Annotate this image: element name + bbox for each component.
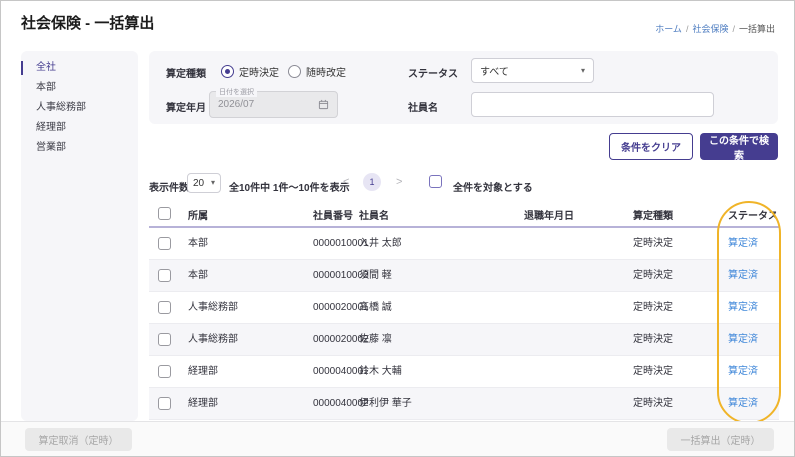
cell-calc-type: 定時決定 bbox=[633, 270, 673, 281]
breadcrumb-separator: / bbox=[685, 24, 689, 34]
table-row: 経理部 0000040001 鈴木 大輔 定時決定 算定済 bbox=[149, 356, 779, 388]
employee-name-input[interactable] bbox=[471, 92, 714, 117]
table-row: 経理部 0000040002 伊利伊 華子 定時決定 算定済 bbox=[149, 388, 779, 420]
sidebar-item-label: 人事総務部 bbox=[36, 102, 86, 113]
calc-month-field[interactable]: 日付を選択 2026/07 bbox=[209, 87, 338, 118]
status-select[interactable]: すべて ▾ bbox=[471, 58, 594, 83]
cell-department: 本部 bbox=[188, 238, 208, 249]
cell-department: 人事総務部 bbox=[188, 334, 238, 345]
breadcrumb: ホーム / 社会保険 / 一括算出 bbox=[655, 22, 775, 35]
table-row: 本部 0000010002 須間 軽 定時決定 算定済 bbox=[149, 260, 779, 292]
header-employee-name: 社員名 bbox=[359, 211, 389, 222]
filter-panel: 算定種類 定時決定 随時改定 ステータス すべて ▾ 算定年月 日付を選択 20… bbox=[149, 51, 778, 124]
radio-occasional-revision[interactable]: 随時改定 bbox=[288, 64, 346, 79]
department-sidebar: 全社 本部 人事総務部 経理部 営業部 bbox=[21, 51, 138, 421]
sidebar-item-headquarters[interactable]: 本部 bbox=[21, 78, 138, 98]
cell-calc-type: 定時決定 bbox=[633, 366, 673, 377]
calc-month-value: 2026/07 bbox=[218, 99, 255, 110]
table-row: 人事総務部 0000020002 佐藤 凛 定時決定 算定済 bbox=[149, 324, 779, 356]
breadcrumb-separator: / bbox=[732, 24, 735, 34]
status-link[interactable]: 算定済 bbox=[728, 356, 758, 387]
radio-selected-icon bbox=[221, 65, 234, 78]
page-title: 社会保険 - 一括算出 bbox=[21, 15, 155, 32]
breadcrumb-current: 一括算出 bbox=[738, 24, 775, 34]
cell-department: 本部 bbox=[188, 270, 208, 281]
pagination-next-icon[interactable]: > bbox=[396, 177, 402, 188]
chevron-down-icon: ▾ bbox=[210, 178, 215, 187]
status-select-value: すべて bbox=[480, 67, 509, 78]
cancel-calculation-button[interactable]: 算定取消（定時） bbox=[25, 428, 132, 451]
row-checkbox[interactable] bbox=[158, 237, 171, 250]
sidebar-item-label: 経理部 bbox=[36, 122, 66, 133]
sidebar-item-hr-general-affairs[interactable]: 人事総務部 bbox=[21, 98, 138, 118]
sidebar-item-label: 全社 bbox=[36, 62, 56, 73]
cell-employee-name: 須間 軽 bbox=[359, 270, 392, 281]
header-department: 所属 bbox=[188, 211, 208, 222]
cell-employee-name: 髙橋 誠 bbox=[359, 302, 392, 313]
calc-type-label: 算定種類 bbox=[166, 69, 206, 80]
sidebar-item-label: 営業部 bbox=[36, 142, 66, 153]
radio-label: 随時改定 bbox=[306, 68, 346, 79]
search-button[interactable]: この条件で検索 bbox=[700, 133, 778, 162]
breadcrumb-link-insurance[interactable]: 社会保険 bbox=[692, 24, 728, 34]
employee-name-label: 社員名 bbox=[408, 103, 438, 114]
table-row: 人事総務部 0000020001 髙橋 誠 定時決定 算定済 bbox=[149, 292, 779, 324]
status-link[interactable]: 算定済 bbox=[728, 260, 758, 291]
radio-unselected-icon bbox=[288, 65, 301, 78]
header-employee-no: 社員番号 bbox=[313, 211, 353, 222]
sidebar-item-all-company[interactable]: 全社 bbox=[21, 58, 138, 78]
cell-employee-name: 伊利伊 華子 bbox=[359, 398, 412, 409]
page-size-label: 表示件数 bbox=[149, 183, 189, 194]
header-calc-type: 算定種類 bbox=[633, 211, 673, 222]
header-select-all-checkbox[interactable] bbox=[158, 207, 171, 220]
breadcrumb-link-home[interactable]: ホーム bbox=[655, 24, 682, 34]
sidebar-item-label: 本部 bbox=[36, 82, 56, 93]
calendar-icon bbox=[318, 99, 329, 110]
clear-conditions-button[interactable]: 条件をクリア bbox=[609, 133, 693, 160]
row-checkbox[interactable] bbox=[158, 333, 171, 346]
table-header: 所属 社員番号 社員名 退職年月日 算定種類 ステータス bbox=[149, 201, 779, 228]
row-checkbox[interactable] bbox=[158, 397, 171, 410]
radio-label: 定時決定 bbox=[239, 68, 279, 79]
row-checkbox[interactable] bbox=[158, 301, 171, 314]
cell-employee-name: 佐藤 凛 bbox=[359, 334, 392, 345]
calc-month-label: 算定年月 bbox=[166, 103, 206, 114]
cell-employee-name: 入井 太郎 bbox=[359, 238, 402, 249]
header-status: ステータス bbox=[728, 211, 778, 222]
status-link[interactable]: 算定済 bbox=[728, 292, 758, 323]
cell-calc-type: 定時決定 bbox=[633, 334, 673, 345]
cell-calc-type: 定時決定 bbox=[633, 238, 673, 249]
page-size-select[interactable]: 20 ▾ bbox=[187, 173, 221, 193]
status-link[interactable]: 算定済 bbox=[728, 324, 758, 355]
select-all-records-label: 全件を対象とする bbox=[453, 183, 533, 194]
select-all-records-checkbox[interactable] bbox=[429, 175, 442, 188]
cell-department: 経理部 bbox=[188, 366, 218, 377]
app-window: 社会保険 - 一括算出 ホーム / 社会保険 / 一括算出 全社 本部 人事総務部 経理… bbox=[0, 0, 795, 457]
footer-action-bar: 算定取消（定時） 一括算出（定時） bbox=[1, 421, 794, 456]
calc-month-placeholder: 日付を選択 bbox=[216, 87, 257, 97]
cell-department: 経理部 bbox=[188, 398, 218, 409]
page-size-value: 20 bbox=[193, 177, 205, 189]
result-range-text: 全10件中 1件〜10件を表示 bbox=[229, 183, 350, 194]
table-row: 本部 0000010001 入井 太郎 定時決定 算定済 bbox=[149, 228, 779, 260]
row-checkbox[interactable] bbox=[158, 365, 171, 378]
status-filter-label: ステータス bbox=[408, 69, 458, 80]
cell-employee-name: 鈴木 大輔 bbox=[359, 366, 402, 377]
row-checkbox[interactable] bbox=[158, 269, 171, 282]
pagination-page-1[interactable]: 1 bbox=[363, 173, 381, 191]
status-link[interactable]: 算定済 bbox=[728, 388, 758, 419]
header-retirement-date: 退職年月日 bbox=[524, 211, 574, 222]
batch-calculate-button[interactable]: 一括算出（定時） bbox=[667, 428, 774, 451]
chevron-down-icon: ▾ bbox=[580, 65, 585, 75]
radio-scheduled-decision[interactable]: 定時決定 bbox=[221, 64, 279, 79]
cell-department: 人事総務部 bbox=[188, 302, 238, 313]
cell-calc-type: 定時決定 bbox=[633, 398, 673, 409]
sidebar-item-sales[interactable]: 営業部 bbox=[21, 138, 138, 158]
pagination-prev-icon[interactable]: < bbox=[343, 177, 349, 188]
sidebar-item-accounting[interactable]: 経理部 bbox=[21, 118, 138, 138]
cell-calc-type: 定時決定 bbox=[633, 302, 673, 313]
status-link[interactable]: 算定済 bbox=[728, 228, 758, 259]
